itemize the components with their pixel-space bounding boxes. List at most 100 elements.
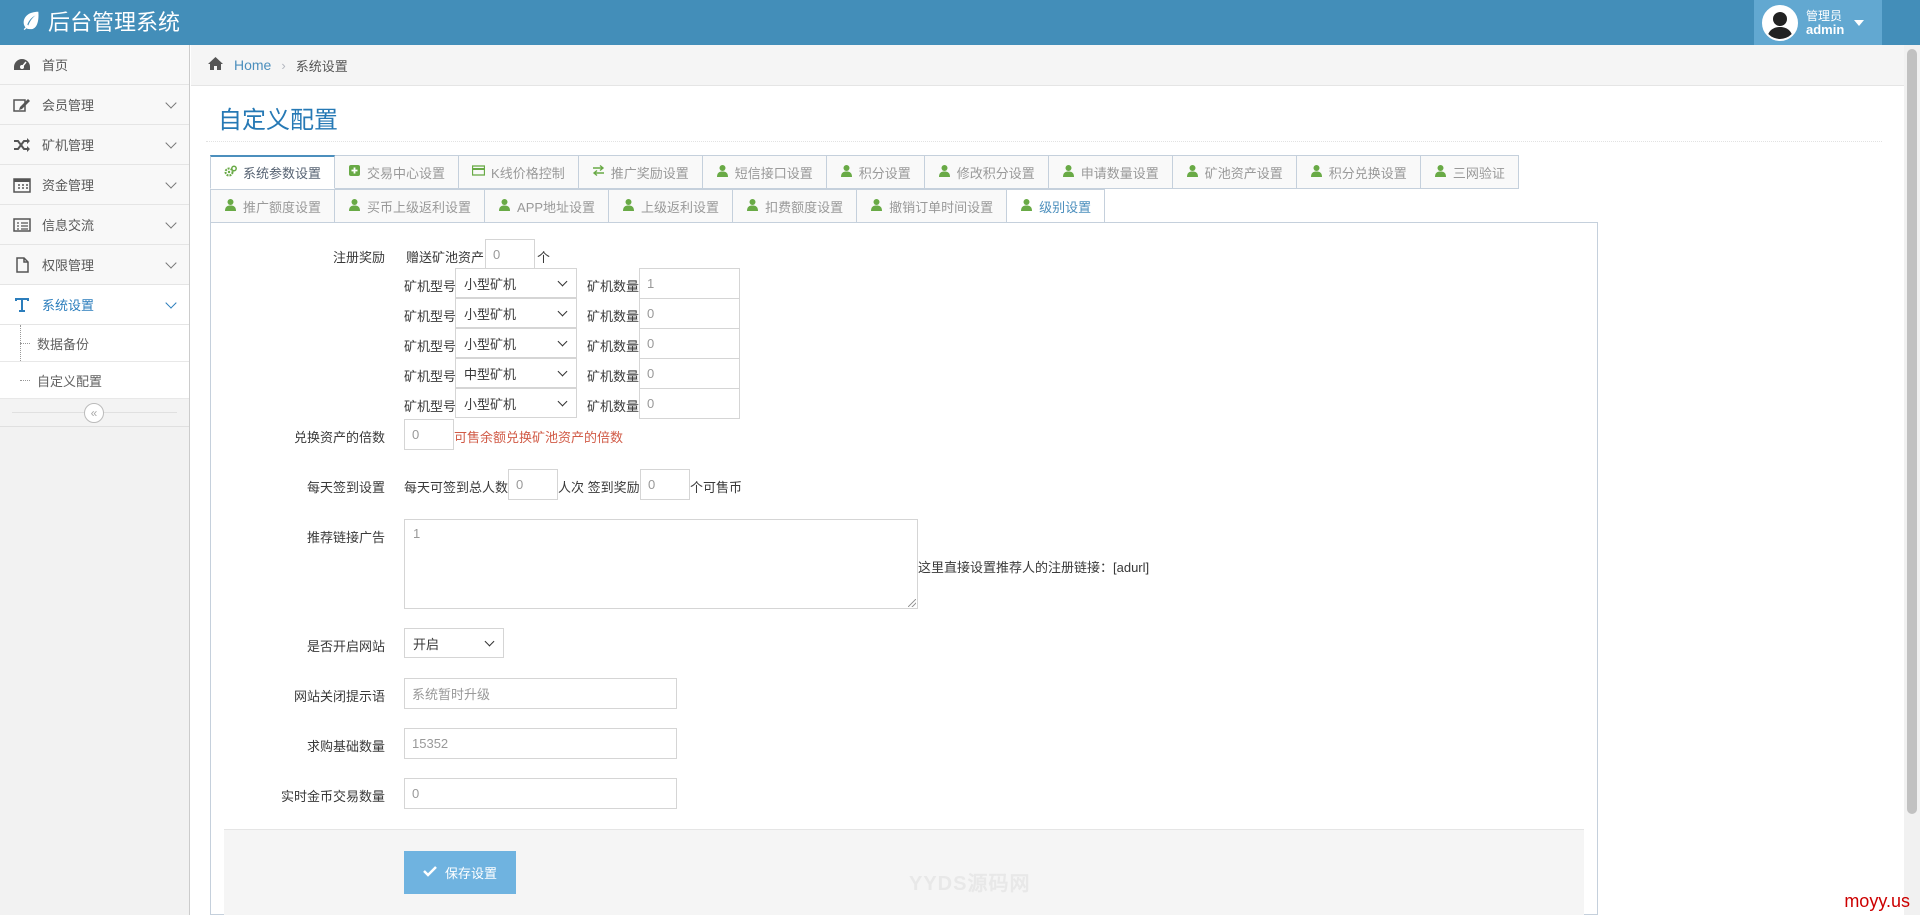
user-icon — [1062, 164, 1081, 180]
sidebar-item-messages[interactable]: 信息交流 — [0, 205, 189, 245]
sidebar-subitem-backup[interactable]: 数据备份 — [0, 325, 189, 399]
tab-pool-assets[interactable]: 矿池资产设置 — [1172, 155, 1297, 189]
top-navbar: 后台管理系统 管理员 admin — [0, 0, 1920, 45]
tab-promo-reward[interactable]: 推广奖励设置 — [578, 155, 703, 189]
register-reward-label: 注册奖励 — [332, 250, 385, 265]
sidebar-item-permissions[interactable]: 权限管理 — [0, 245, 189, 285]
tab-three-network[interactable]: 三网验证 — [1420, 155, 1519, 189]
settings-tabs: 系统参数设置 交易中心设置 K线价格控制 推广奖励设置 短信接口设置 积分设置 … — [210, 155, 1600, 223]
settings-form-panel: 注册奖励 赠送矿池资产 0 个 矿机型号 小型矿机 矿机数量 1 矿机型号 小型… — [210, 222, 1598, 915]
tab-upline-rebate[interactable]: 上级返利设置 — [609, 189, 734, 223]
chevron-down-icon — [165, 137, 177, 149]
checkin-suffix-text: 个可售币 — [690, 480, 743, 495]
checkin-reward-input[interactable]: 0 — [640, 469, 690, 500]
tab-buy-rebate[interactable]: 买币上级返利设置 — [335, 189, 486, 223]
machine-type-select[interactable]: 小型矿机 — [455, 268, 577, 298]
ad-link-textarea[interactable]: 1 — [404, 519, 918, 609]
select-value: 开启 — [413, 636, 440, 652]
machine-count-input[interactable]: 0 — [639, 328, 740, 359]
tab-points-exchange[interactable]: 积分兑换设置 — [1296, 155, 1421, 189]
select-value: 小型矿机 — [464, 276, 517, 292]
sidebar-subitem-custom-config[interactable]: 自定义配置 — [0, 362, 189, 399]
brand[interactable]: 后台管理系统 — [20, 9, 180, 37]
machine-type-label: 矿机型号 — [404, 309, 457, 324]
chevron-down-icon — [557, 276, 568, 286]
sidebar-item-miners[interactable]: 矿机管理 — [0, 125, 189, 165]
tab-edit-points[interactable]: 修改积分设置 — [924, 155, 1049, 189]
site-open-select[interactable]: 开启 — [404, 628, 504, 658]
machine-count-input[interactable]: 0 — [639, 358, 740, 389]
tab-system-params[interactable]: 系统参数设置 — [210, 155, 336, 189]
select-value: 小型矿机 — [464, 306, 517, 322]
breadcrumb-home-link[interactable]: Home — [234, 57, 271, 73]
gift-assets-input[interactable]: 0 — [485, 239, 535, 270]
tab-kline-price[interactable]: K线价格控制 — [459, 155, 579, 189]
tab-apply-count[interactable]: 申请数量设置 — [1048, 155, 1173, 189]
gift-suffix-text: 个 — [537, 250, 551, 265]
machine-type-select[interactable]: 中型矿机 — [455, 358, 577, 388]
buy-base-input[interactable]: 15352 — [404, 728, 677, 759]
chevron-down-icon — [557, 336, 568, 346]
chevron-down-icon — [165, 97, 177, 109]
user-icon — [224, 198, 243, 214]
tab-label: 修改积分设置 — [956, 165, 1035, 181]
tab-sms-api[interactable]: 短信接口设置 — [702, 155, 827, 189]
user-icon — [498, 198, 517, 214]
scrollbar-thumb[interactable] — [1907, 49, 1917, 814]
collapse-sidebar-button[interactable]: « — [84, 403, 104, 423]
sidebar: 首页 会员管理 矿机管理 资金管理 信息交流 权限管理 系统设置 数据备份 自定… — [0, 45, 190, 915]
checkin-prefix-text: 每天可签到总人数 — [404, 480, 509, 495]
resize-handle-icon[interactable] — [908, 599, 916, 607]
tab-label: 系统参数设置 — [243, 166, 322, 181]
credit-card-icon — [471, 164, 491, 180]
user-icon — [1020, 198, 1039, 214]
realtime-gold-input[interactable]: 0 — [404, 778, 677, 809]
tab-label: 申请数量设置 — [1080, 165, 1159, 181]
close-msg-input[interactable]: 系统暂时升级 — [404, 678, 677, 709]
page-title: 自定义配置 — [218, 107, 338, 134]
user-role: 管理员 — [1806, 8, 1843, 23]
user-icon — [870, 198, 889, 214]
tab-promo-quota[interactable]: 推广额度设置 — [210, 189, 336, 223]
chevron-down-icon — [165, 177, 177, 189]
machine-type-select[interactable]: 小型矿机 — [455, 388, 577, 418]
machine-type-select[interactable]: 小型矿机 — [455, 328, 577, 358]
tab-cancel-order-time[interactable]: 撤销订单时间设置 — [857, 189, 1008, 223]
tab-label: 积分兑换设置 — [1328, 165, 1407, 181]
sidebar-item-members[interactable]: 会员管理 — [0, 85, 189, 125]
tab-level-settings[interactable]: 级别设置 — [1007, 189, 1106, 223]
tab-label: 级别设置 — [1039, 199, 1092, 215]
machine-type-label: 矿机型号 — [404, 279, 457, 294]
machine-count-input[interactable]: 0 — [639, 388, 740, 419]
gift-prefix-text: 赠送矿池资产 — [406, 250, 485, 265]
sidebar-item-funds[interactable]: 资金管理 — [0, 165, 189, 205]
user-icon — [1186, 164, 1205, 180]
tab-label: 短信接口设置 — [734, 165, 813, 181]
machine-count-input[interactable]: 0 — [639, 298, 740, 329]
machine-type-select[interactable]: 小型矿机 — [455, 298, 577, 328]
chevron-down-icon — [557, 366, 568, 376]
machine-count-input[interactable]: 1 — [639, 268, 740, 299]
sidebar-item-system-settings[interactable]: 系统设置 — [0, 285, 189, 325]
tab-label: 推广额度设置 — [243, 199, 322, 215]
tab-points[interactable]: 积分设置 — [826, 155, 925, 189]
exchange-multiple-hint: 可售余额兑换矿池资产的倍数 — [454, 430, 624, 445]
user-menu[interactable]: 管理员 admin — [1754, 0, 1882, 45]
save-settings-button[interactable]: 保存设置 — [404, 851, 516, 894]
user-icon — [1434, 164, 1453, 180]
exchange-multiple-input[interactable]: 0 — [404, 419, 454, 450]
user-icon — [716, 164, 735, 180]
sidebar-item-label: 会员管理 — [42, 98, 95, 113]
checkin-middle-text: 人次 签到奖励 — [558, 480, 640, 495]
daily-checkin-label: 每天签到设置 — [306, 480, 385, 495]
tab-trade-center[interactable]: 交易中心设置 — [335, 155, 460, 189]
tab-app-url[interactable]: APP地址设置 — [485, 189, 610, 223]
tab-fee-quota[interactable]: 扣费额度设置 — [733, 189, 858, 223]
exchange-multiple-label: 兑换资产的倍数 — [293, 430, 385, 445]
page-scrollbar[interactable] — [1904, 45, 1920, 915]
chevron-down-icon — [165, 297, 177, 309]
sidebar-item-label: 矿机管理 — [42, 138, 95, 153]
breadcrumb: Home › 系统设置 — [191, 45, 1920, 86]
sidebar-item-home[interactable]: 首页 — [0, 45, 189, 85]
checkin-total-input[interactable]: 0 — [508, 469, 558, 500]
